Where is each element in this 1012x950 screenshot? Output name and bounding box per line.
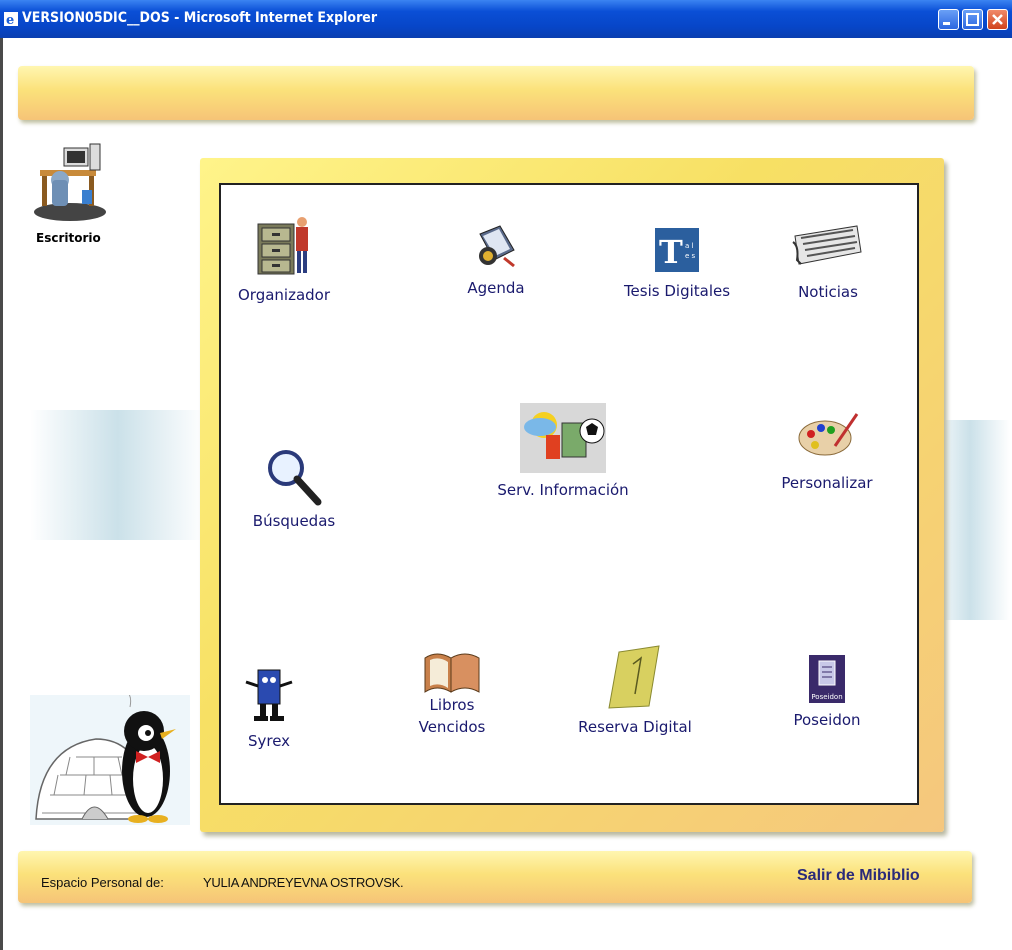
svg-text:a l: a l	[685, 242, 694, 250]
app-label: Libros	[429, 696, 475, 714]
internet-explorer-icon: e	[4, 12, 18, 26]
book-character-icon	[245, 669, 293, 721]
minimize-icon	[943, 22, 950, 25]
app-label: Poseidon	[793, 711, 861, 729]
maximize-icon	[966, 13, 979, 26]
footer-bar: Espacio Personal de: YULIA ANDREYEVNA OS…	[18, 851, 972, 903]
app-label: Tesis Digitales	[623, 282, 731, 300]
app-label: Agenda	[467, 279, 525, 297]
close-button[interactable]	[987, 9, 1008, 30]
app-reserva-digital[interactable]: Reserva Digital	[570, 644, 700, 736]
maximize-button[interactable]	[962, 9, 983, 30]
background-decoration	[30, 410, 205, 540]
app-organizador[interactable]: Organizador	[232, 214, 336, 304]
information-services-icon	[520, 403, 606, 473]
app-noticias[interactable]: Noticias	[788, 222, 868, 301]
poseidon-icon: Poseidon	[809, 655, 845, 703]
top-banner	[18, 66, 974, 120]
minimize-button[interactable]	[938, 9, 959, 30]
app-label: Serv. Información	[497, 481, 629, 499]
app-serv-informacion[interactable]: Serv. Información	[476, 403, 650, 499]
app-tesis-digitales[interactable]: T a l e s Tesis Digitales	[616, 228, 738, 300]
app-libros-vencidos[interactable]: Libros Vencidos	[412, 644, 492, 736]
tesis-icon-letter: T	[659, 233, 683, 271]
desktop-label: Escritorio	[36, 231, 101, 245]
penguin-igloo-image	[30, 695, 190, 825]
open-book-icon	[424, 653, 480, 693]
app-label: Reserva Digital	[578, 718, 692, 736]
app-label: Syrex	[247, 732, 291, 750]
app-busquedas[interactable]: Búsquedas	[244, 446, 344, 530]
tesis-icon: T a l e s	[655, 228, 699, 272]
agenda-book-icon	[479, 225, 515, 268]
app-poseidon[interactable]: Poseidon Poseidon	[782, 655, 872, 729]
folder-icon	[608, 645, 660, 709]
app-label: Organizador	[237, 286, 331, 304]
app-label: Búsquedas	[252, 512, 336, 530]
window-title: VERSION05DIC__DOS - Microsoft Internet E…	[22, 10, 378, 26]
newspaper-icon	[792, 225, 862, 265]
filing-cabinet-icon	[257, 217, 308, 275]
app-label: Personalizar	[781, 474, 873, 492]
paint-palette-icon	[798, 413, 859, 456]
magnifier-icon	[268, 450, 322, 506]
window-titlebar: e VERSION05DIC__DOS - Microsoft Internet…	[0, 0, 1012, 38]
close-icon	[992, 14, 1003, 25]
exit-link[interactable]: Salir de Mibiblio	[797, 867, 920, 885]
app-personalizar[interactable]: Personalizar	[774, 412, 880, 492]
user-name: YULIA ANDREYEVNA OSTROVSK.	[203, 875, 404, 890]
svg-text:e: e	[6, 13, 14, 26]
app-agenda[interactable]: Agenda	[456, 222, 536, 297]
svg-text:e s: e s	[685, 252, 696, 260]
poseidon-badge-text: Poseidon	[811, 693, 842, 701]
app-label: Vencidos	[418, 718, 486, 736]
desktop-computer-icon	[34, 143, 106, 221]
app-syrex[interactable]: Syrex	[234, 664, 304, 750]
personal-space-label: Espacio Personal de:	[41, 875, 164, 890]
app-label: Noticias	[798, 283, 858, 301]
